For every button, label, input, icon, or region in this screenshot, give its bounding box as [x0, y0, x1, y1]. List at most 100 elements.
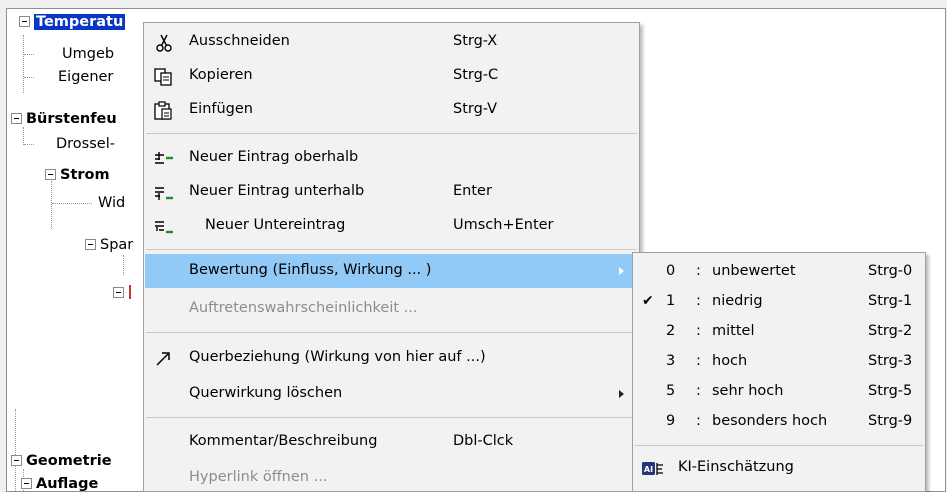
menu-separator — [635, 445, 923, 446]
menu-item-shortcut: Dbl-Clck — [453, 433, 514, 449]
rating-number: 5 — [666, 383, 676, 399]
submenu-item-rating-2[interactable]: 2 : mittel Strg-2 — [634, 317, 924, 348]
rating-number: 3 — [666, 353, 676, 369]
menu-item-label: Neuer Eintrag unterhalb — [189, 183, 365, 199]
submenu-item-rating-5[interactable]: 5 : sehr hoch Strg-5 — [634, 377, 924, 408]
menu-item-label: Bewertung (Einfluss, Wirkung ... ) — [189, 262, 432, 278]
tree-connector — [23, 127, 24, 145]
menu-item-new-entry-above[interactable]: Neuer Eintrag oberhalb — [145, 141, 638, 175]
menu-item-shortcut: Enter — [453, 183, 492, 199]
submenu-item-rating-0[interactable]: 0 : unbewertet Strg-0 — [634, 257, 924, 288]
tree-connector — [24, 77, 34, 78]
submenu-arrow-icon — [619, 267, 624, 275]
collapse-toggle[interactable] — [113, 287, 124, 298]
menu-separator — [146, 133, 637, 134]
rating-colon: : — [696, 263, 701, 279]
submenu-item-rating-1[interactable]: ✔ 1 : niedrig Strg-1 — [634, 287, 924, 318]
tree-node[interactable]: Spar — [100, 235, 133, 255]
rating-label: niedrig — [712, 293, 763, 309]
rating-shortcut: Strg-2 — [868, 323, 913, 339]
ki-assessment-label: KI-Einschätzung — [678, 459, 794, 475]
submenu-arrow-icon — [619, 390, 624, 398]
menu-item-cross-relation[interactable]: Querbeziehung (Wirkung von hier auf ...) — [145, 341, 638, 375]
insert-child-icon — [153, 217, 175, 237]
submenu-item-rating-9[interactable]: 9 : besonders hoch Strg-9 — [634, 407, 924, 438]
rating-number: 0 — [666, 263, 676, 279]
tree-node[interactable]: Bürstenfeu — [26, 109, 117, 129]
check-icon: ✔ — [642, 293, 654, 309]
collapse-toggle[interactable] — [19, 16, 30, 27]
collapse-toggle[interactable] — [45, 169, 56, 180]
tree-connector — [23, 35, 24, 93]
tree-node-marker — [129, 285, 141, 299]
rating-number: 2 — [666, 323, 676, 339]
collapse-toggle[interactable] — [85, 239, 96, 250]
menu-item-label: Auftretenswahrscheinlichkeit ... — [189, 300, 418, 316]
rating-submenu: 0 : unbewertet Strg-0 ✔ 1 : niedrig Strg… — [632, 252, 926, 492]
menu-separator — [146, 417, 637, 418]
rating-colon: : — [696, 353, 701, 369]
tree-node[interactable]: Umgeb — [62, 44, 114, 64]
tree-connector — [24, 54, 34, 55]
menu-item-paste[interactable]: Einfügen Strg-V — [145, 93, 638, 127]
tree-connector — [123, 255, 124, 275]
collapse-toggle[interactable] — [21, 478, 32, 489]
rating-shortcut: Strg-3 — [868, 353, 913, 369]
rating-label: unbewertet — [712, 263, 796, 279]
insert-above-icon — [153, 149, 175, 169]
rating-shortcut: Strg-1 — [868, 293, 913, 309]
tree-connector — [15, 409, 16, 492]
tree-node[interactable]: Strom — [60, 165, 110, 185]
rating-colon: : — [696, 383, 701, 399]
rating-label: hoch — [712, 353, 748, 369]
rating-colon: : — [696, 293, 701, 309]
tree-node[interactable]: Wid — [98, 193, 125, 213]
menu-item-shortcut: Strg-V — [453, 101, 498, 117]
rating-number: 1 — [666, 293, 676, 309]
rating-shortcut: Strg-5 — [868, 383, 913, 399]
submenu-item-ki-assessment[interactable]: AI KI-Einschätzung — [634, 453, 924, 484]
menu-item-probability[interactable]: Auftretenswahrscheinlichkeit ... — [145, 292, 638, 326]
rating-colon: : — [696, 413, 701, 429]
tree-node[interactable]: Geometrie — [26, 451, 112, 471]
tree-node[interactable]: Auflage — [36, 474, 98, 492]
tree-connector — [24, 144, 34, 145]
menu-item-new-entry-below[interactable]: Neuer Eintrag unterhalb Enter — [145, 175, 638, 209]
menu-item-shortcut: Strg-X — [453, 33, 498, 49]
menu-item-label: Neuer Eintrag oberhalb — [189, 149, 359, 165]
submenu-item-rating-3[interactable]: 3 : hoch Strg-3 — [634, 347, 924, 378]
menu-item-label: Einfügen — [189, 101, 253, 117]
rating-colon: : — [696, 323, 701, 339]
copy-icon — [153, 67, 175, 87]
menu-item-shortcut: Umsch+Enter — [453, 217, 554, 233]
tree-connector — [51, 181, 52, 229]
context-menu: Ausschneiden Strg-X Kopieren Strg-C Einf… — [143, 22, 640, 492]
menu-item-label: Kopieren — [189, 67, 253, 83]
rating-shortcut: Strg-0 — [868, 263, 913, 279]
menu-item-copy[interactable]: Kopieren Strg-C — [145, 59, 638, 93]
screen: Temperatu Umgeb Eigener Bürstenfeu Dross… — [0, 0, 947, 492]
menu-item-label: Querbeziehung (Wirkung von hier auf ...) — [189, 349, 486, 365]
menu-item-rating[interactable]: Bewertung (Einfluss, Wirkung ... ) — [145, 254, 638, 288]
menu-item-comment[interactable]: Kommentar/Beschreibung Dbl-Clck — [145, 425, 638, 459]
menu-item-new-child-entry[interactable]: Neuer Untereintrag Umsch+Enter — [145, 209, 638, 243]
tree-node[interactable]: Drossel- — [56, 134, 115, 154]
menu-item-label: Neuer Untereintrag — [205, 217, 346, 233]
menu-item-label: Ausschneiden — [189, 33, 290, 49]
menu-item-label: Kommentar/Beschreibung — [189, 433, 378, 449]
scissors-icon — [153, 33, 175, 53]
tree-node[interactable]: Eigener — [58, 67, 113, 87]
tree-node-temperatur[interactable]: Temperatu — [34, 12, 126, 32]
menu-item-open-hyperlink[interactable]: Hyperlink öffnen ... — [145, 461, 638, 492]
rating-label: mittel — [712, 323, 755, 339]
rating-label: sehr hoch — [712, 383, 784, 399]
collapse-toggle[interactable] — [11, 455, 22, 466]
paste-icon — [153, 101, 175, 121]
tree-node-label: Temperatu — [34, 14, 126, 30]
menu-item-delete-cross-effect[interactable]: Querwirkung löschen — [145, 377, 638, 411]
menu-item-label: Querwirkung löschen — [189, 385, 343, 401]
insert-below-icon — [153, 183, 175, 203]
menu-item-cut[interactable]: Ausschneiden Strg-X — [145, 25, 638, 59]
collapse-toggle[interactable] — [11, 113, 22, 124]
rating-number: 9 — [666, 413, 676, 429]
